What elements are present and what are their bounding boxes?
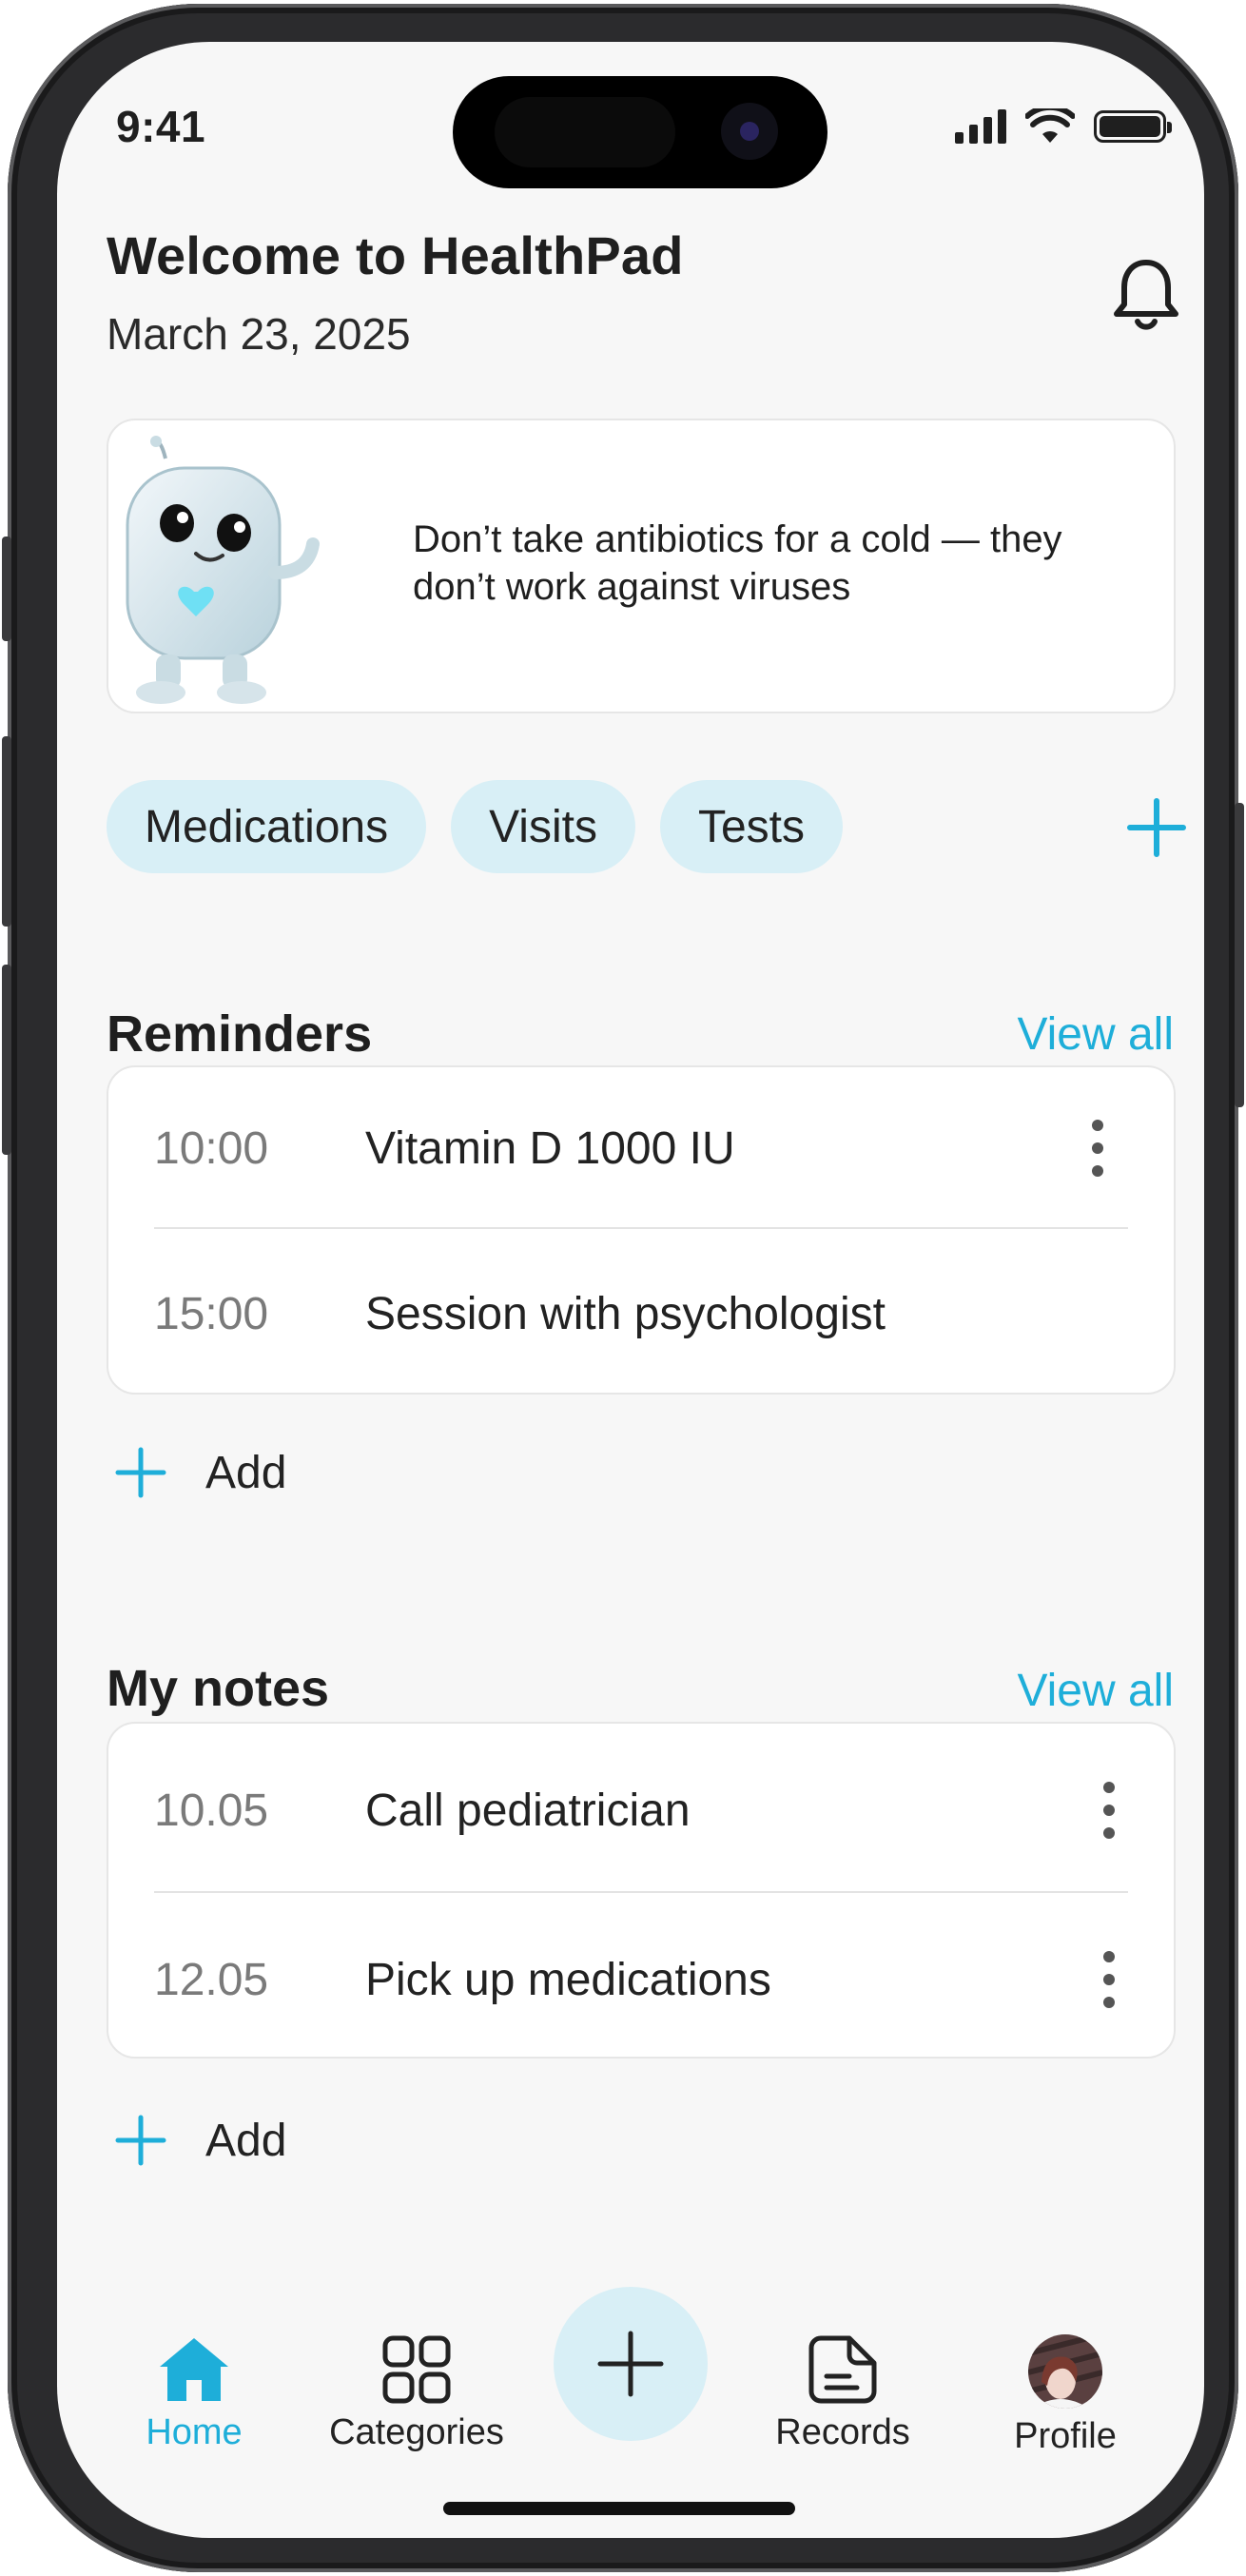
note-label: Pick up medications [365,1954,771,2005]
phone-frame: 9:41 Welcome to HealthPad March 23, 2025 [2,4,1244,2572]
reminders-title: Reminders [107,1005,373,1063]
action-button [2,537,11,641]
add-note-label: Add [205,2115,287,2166]
more-vertical-icon[interactable] [1100,1782,1119,1839]
more-vertical-icon[interactable] [1100,1951,1119,2008]
tab-profile[interactable]: Profile [961,2334,1170,2457]
power-button [1235,803,1244,1107]
volume-up-button [2,736,11,927]
chip-medications[interactable]: Medications [107,780,427,873]
tip-card[interactable]: Don’t take antibiotics for a cold — they… [107,419,1176,713]
note-date: 10.05 [154,1785,269,1836]
page-date: March 23, 2025 [107,309,411,359]
home-indicator [443,2502,795,2515]
records-icon [808,2335,877,2404]
divider [154,1227,1128,1229]
reminder-time: 10:00 [154,1122,269,1174]
note-row[interactable]: 10.05 Call pediatrician [108,1729,1174,1891]
reminders-view-all-link[interactable]: View all [1017,1008,1174,1061]
notes-title: My notes [107,1660,330,1717]
status-icons [955,108,1172,145]
reminders-card: 10:00 Vitamin D 1000 IU 15:00 Session wi… [107,1065,1176,1395]
reminder-row[interactable]: 15:00 Session with psychologist [108,1233,1174,1395]
reminder-label: Vitamin D 1000 IU [365,1122,735,1174]
divider [154,1891,1128,1893]
reminder-label: Session with psychologist [365,1288,886,1339]
tab-records-label: Records [775,2412,910,2452]
grid-icon [382,2335,451,2404]
chip-visits[interactable]: Visits [451,780,635,873]
tab-bar: Home Categories Records Profile [57,2287,1204,2538]
notes-view-all-link[interactable]: View all [1017,1665,1174,1717]
chip-tests[interactable]: Tests [659,780,843,873]
tip-text: Don’t take antibiotics for a cold — they… [413,518,1062,608]
reminder-time: 15:00 [154,1288,269,1339]
add-chip-plus-icon[interactable] [1119,790,1195,866]
add-reminder-label: Add [205,1447,287,1498]
mascot-illustration [126,436,320,704]
battery-icon [1094,110,1172,143]
note-label: Call pediatrician [365,1785,691,1836]
tab-categories-label: Categories [329,2412,504,2452]
volume-down-button [2,965,11,1155]
page-title: Welcome to HealthPad [107,225,684,285]
tab-profile-label: Profile [1014,2416,1117,2456]
more-vertical-icon[interactable] [1088,1120,1107,1177]
bell-icon[interactable] [1103,251,1189,337]
plus-icon [115,2115,166,2166]
reminder-row[interactable]: 10:00 Vitamin D 1000 IU [108,1067,1174,1229]
note-date: 12.05 [154,1954,269,2005]
screen: 9:41 Welcome to HealthPad March 23, 2025 [57,42,1204,2538]
add-reminder-button[interactable]: Add [114,1446,286,1499]
tab-categories[interactable]: Categories [312,2334,521,2453]
wifi-icon [1025,108,1075,143]
add-fab-button[interactable] [554,2287,708,2441]
avatar [1028,2334,1102,2409]
plus-icon [115,1447,166,1498]
plus-icon [597,2331,664,2397]
status-time: 9:41 [116,102,206,151]
category-chips: Medications Visits Tests [107,780,843,873]
home-icon [160,2338,228,2401]
tab-home[interactable]: Home [89,2334,299,2453]
tab-records[interactable]: Records [738,2334,947,2453]
signal-icon [955,109,1006,144]
notes-card: 10.05 Call pediatrician 12.05 Pick up me… [107,1722,1176,2059]
tab-home-label: Home [146,2412,243,2452]
add-note-button[interactable]: Add [114,2114,286,2167]
note-row[interactable]: 12.05 Pick up medications [108,1899,1174,2060]
dynamic-island [453,76,827,188]
